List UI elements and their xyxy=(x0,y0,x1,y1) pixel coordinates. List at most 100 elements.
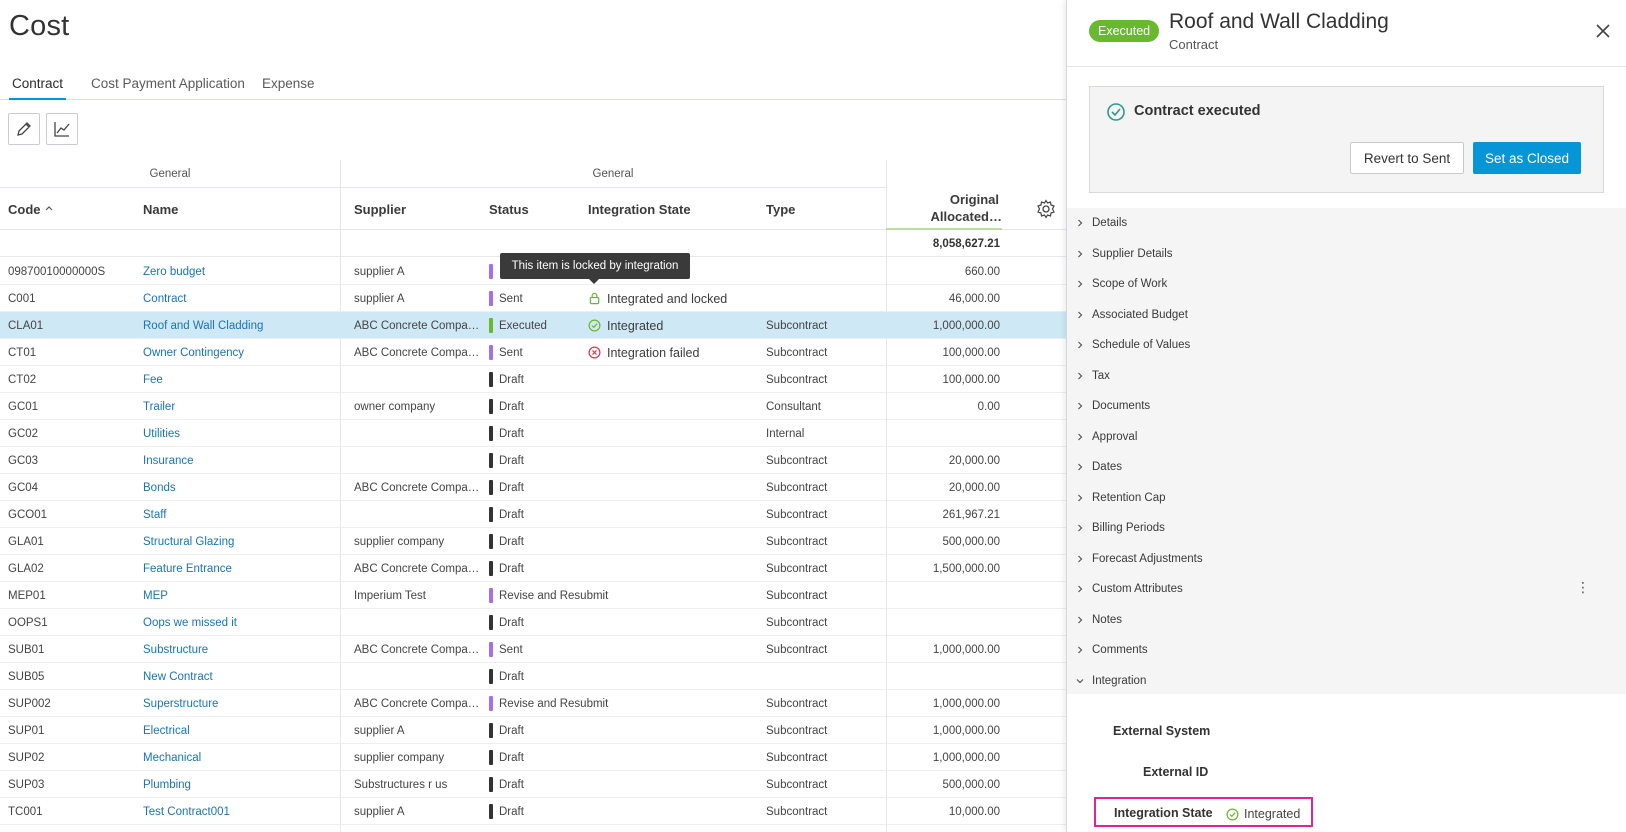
group-header-general-1: General xyxy=(0,160,340,188)
set-as-closed-button[interactable]: Set as Closed xyxy=(1473,142,1581,174)
table-row[interactable]: SUP002 Superstructure ABC Concrete Compa… R… xyxy=(0,690,1066,717)
cell-name-link[interactable]: Fee xyxy=(143,366,338,393)
cell-name-link[interactable]: Feature Entrance xyxy=(143,555,338,582)
table-row[interactable]: MEP01 MEP Imperium Test Revise and Resubmit… xyxy=(0,582,1066,609)
cell-type: Subcontract xyxy=(766,697,828,710)
table-row[interactable]: GLA02 Feature Entrance ABC Concrete Compa…… xyxy=(0,555,1066,582)
table-row[interactable]: SUB01 Substructure ABC Concrete Compa… Sent… xyxy=(0,636,1066,663)
cell-integration-state: Integration failed xyxy=(588,339,758,366)
revert-to-sent-button[interactable]: Revert to Sent xyxy=(1350,142,1464,174)
cell-name-link[interactable]: Trailer xyxy=(143,393,338,420)
section-approval[interactable]: Approval xyxy=(1067,422,1626,452)
column-header-supplier[interactable]: Supplier xyxy=(354,188,406,230)
column-header-name[interactable]: Name xyxy=(143,188,178,230)
section-custom-attributes[interactable]: Custom Attributes ⋮ xyxy=(1067,574,1626,604)
table-row[interactable]: C001 Contract supplier A Sent Integrated and… xyxy=(0,285,1066,312)
table-row[interactable]: GC02 Utilities Draft Internal xyxy=(0,420,1066,447)
table-row[interactable]: SUP03 Plumbing Substructures r us Draft Subc… xyxy=(0,771,1066,798)
table-row[interactable]: TC001 Test Contract001 supplier A Draft Subc… xyxy=(0,798,1066,825)
close-panel-button[interactable] xyxy=(1594,22,1612,40)
column-header-type[interactable]: Type xyxy=(766,188,795,230)
section-retention-cap[interactable]: Retention Cap xyxy=(1067,483,1626,513)
table-row[interactable]: CLA01 Roof and Wall Cladding ABC Concrete … xyxy=(0,312,1066,339)
chart-line-icon xyxy=(54,122,70,137)
table-row[interactable]: GC01 Trailer owner company Draft Consultant 0… xyxy=(0,393,1066,420)
cell-name-link[interactable]: Test Contract001 xyxy=(143,798,338,825)
section-scope-of-work[interactable]: Scope of Work xyxy=(1067,269,1626,299)
cell-name-link[interactable]: Plumbing xyxy=(143,771,338,798)
cell-supplier xyxy=(354,447,482,474)
column-header-original-line2: Allocated… xyxy=(930,209,1002,224)
section-dates[interactable]: Dates xyxy=(1067,452,1626,482)
cell-status: Draft xyxy=(489,663,629,690)
section-notes[interactable]: Notes xyxy=(1067,605,1626,635)
cell-name-link[interactable]: New Contract xyxy=(143,663,338,690)
section-billing-periods[interactable]: Billing Periods xyxy=(1067,513,1626,543)
section-documents[interactable]: Documents xyxy=(1067,391,1626,421)
cell-name-link[interactable]: Mechanical xyxy=(143,744,338,771)
cell-name-link[interactable]: Superstructure xyxy=(143,690,338,717)
cell-name-link[interactable]: MEP xyxy=(143,582,338,609)
integration-state-label: Integration State xyxy=(1114,806,1213,820)
tab-expense[interactable]: Expense xyxy=(259,76,318,100)
table-row[interactable]: GC04 Bonds ABC Concrete Compa… Draft Subcont… xyxy=(0,474,1066,501)
cell-original-allocated xyxy=(886,582,1000,609)
table-row[interactable]: OOPS1 Oops we missed it Draft Subcontract xyxy=(0,609,1066,636)
table-row[interactable]: GCO01 Staff Draft Subcontract 261,967.21 xyxy=(0,501,1066,528)
status-label: Draft xyxy=(499,751,524,764)
section-schedule-of-values[interactable]: Schedule of Values xyxy=(1067,330,1626,360)
cell-name-link[interactable]: Bonds xyxy=(143,474,338,501)
section-supplier-details[interactable]: Supplier Details xyxy=(1067,239,1626,269)
cell-supplier: ABC Concrete Compa… xyxy=(354,562,480,575)
table-row[interactable]: CT01 Owner Contingency ABC Concrete Compa…… xyxy=(0,339,1066,366)
cell-type: Internal xyxy=(766,427,805,440)
column-settings-button[interactable] xyxy=(1036,188,1056,230)
section-comments[interactable]: Comments xyxy=(1067,635,1626,665)
cell-name-link[interactable]: Structural Glazing xyxy=(143,528,338,555)
cell-name-link[interactable]: Roof and Wall Cladding xyxy=(143,312,338,339)
column-header-status[interactable]: Status xyxy=(489,188,529,230)
tab-contract[interactable]: Contract xyxy=(9,76,67,100)
section-tax[interactable]: Tax xyxy=(1067,361,1626,391)
section-associated-budget[interactable]: Associated Budget xyxy=(1067,300,1626,330)
cell-code: SUP002 xyxy=(8,697,51,710)
column-header-integration-state[interactable]: Integration State xyxy=(588,188,691,230)
group-header-general-2: General xyxy=(340,160,886,188)
cell-name-link[interactable]: Electrical xyxy=(143,717,338,744)
table-row[interactable]: GC03 Insurance Draft Subcontract 20,000.00 xyxy=(0,447,1066,474)
table-row[interactable]: SUB05 New Contract Draft xyxy=(0,663,1066,690)
table-row[interactable]: SUP02 Mechanical supplier company Draft Subc… xyxy=(0,744,1066,771)
cell-name-link[interactable]: Substructure xyxy=(143,636,338,663)
cell-name-link[interactable]: Owner Contingency xyxy=(143,339,338,366)
section-label: Approval xyxy=(1092,430,1138,443)
cell-code: CT02 xyxy=(8,373,37,386)
section-label: Associated Budget xyxy=(1092,308,1188,321)
table-row[interactable]: GLA01 Structural Glazing supplier company D… xyxy=(0,528,1066,555)
edit-button[interactable] xyxy=(8,113,40,145)
cell-name-link[interactable]: Contract xyxy=(143,285,338,312)
chevron-right-icon xyxy=(1078,250,1083,257)
contract-detail-panel: Executed Roof and Wall Cladding Contract… xyxy=(1066,0,1626,832)
status-color-bar xyxy=(489,669,493,684)
tab-cost-payment-application[interactable]: Cost Payment Application xyxy=(88,76,248,100)
chevron-right-icon xyxy=(1078,646,1083,654)
cell-name-link[interactable]: Oops we missed it xyxy=(143,609,338,636)
cell-name-link[interactable]: Utilities xyxy=(143,420,338,447)
status-color-bar xyxy=(489,723,493,738)
cell-name-link[interactable]: Insurance xyxy=(143,447,338,474)
section-details[interactable]: Details xyxy=(1067,208,1626,238)
cell-status: Draft xyxy=(489,771,629,798)
column-header-code[interactable]: Code xyxy=(8,188,54,230)
table-row[interactable]: SUP01 Electrical supplier A Draft Subcontrac… xyxy=(0,717,1066,744)
table-row[interactable]: CT02 Fee Draft Subcontract 100,000.00 xyxy=(0,366,1066,393)
status-color-bar xyxy=(489,696,493,711)
cell-name-link[interactable]: Staff xyxy=(143,501,338,528)
more-options-icon[interactable]: ⋮ xyxy=(1576,580,1590,594)
cell-name-link[interactable]: Zero budget xyxy=(143,258,338,285)
cell-type: Subcontract xyxy=(766,508,828,521)
chart-button[interactable] xyxy=(46,113,78,145)
section-forecast-adjustments[interactable]: Forecast Adjustments xyxy=(1067,544,1626,574)
section-integration[interactable]: Integration xyxy=(1067,666,1626,696)
cell-original-allocated: 500,000.00 xyxy=(942,535,1000,548)
column-header-original-allocated[interactable]: Original Allocated… xyxy=(886,188,1002,230)
